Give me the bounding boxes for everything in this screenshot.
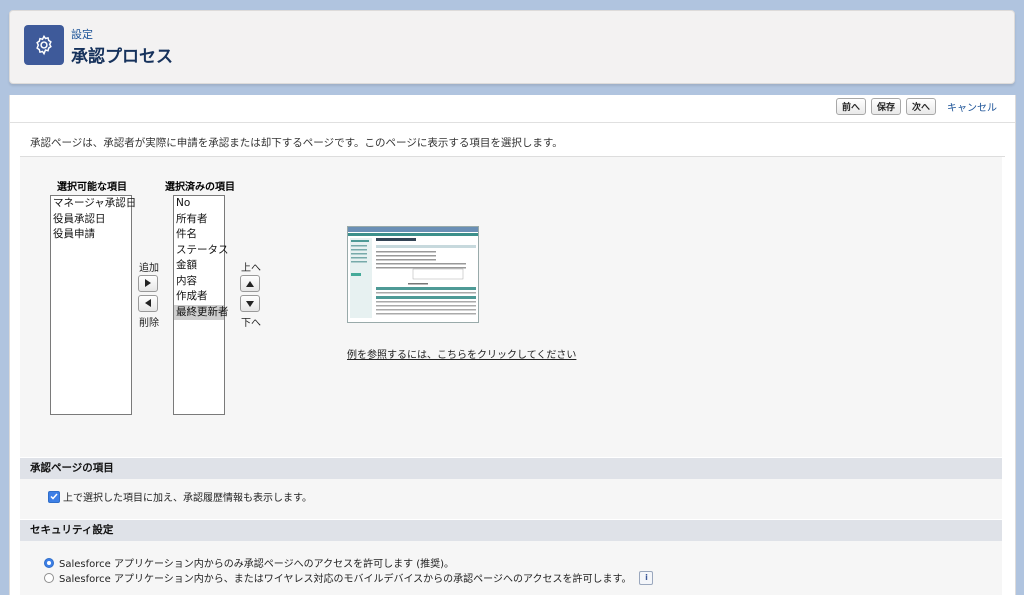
page-header: 設定 承認プロセス [9, 10, 1015, 84]
selected-field-option[interactable]: ステータス [174, 243, 229, 259]
info-icon[interactable]: i [639, 570, 654, 585]
main-content: 前へ 保存 次へ キャンセル 承認ページは、承認者が実際に申請を承認または却下す… [9, 95, 1016, 595]
security-section-header: セキュリティ設定 [20, 520, 1002, 541]
available-fields-heading: 選択可能な項目 [57, 182, 127, 193]
selected-field-option[interactable]: 内容 [174, 274, 224, 290]
breadcrumb[interactable]: 設定 [71, 26, 93, 42]
security-radio-app-only[interactable] [44, 557, 54, 568]
move-up-button[interactable] [240, 275, 260, 292]
arrow-down-icon [246, 297, 254, 310]
next-button[interactable]: 次へ [905, 98, 936, 115]
selected-field-option[interactable]: 件名 [174, 227, 224, 243]
selected-field-option[interactable]: 最終更新者 [174, 304, 229, 320]
approval-fields-section: 上で選択した項目に加え、承認履歴情報も表示します。 [20, 479, 1002, 519]
security-section: Salesforce アプリケーション内からのみ承認ページへのアクセスを許可しま… [20, 541, 1002, 595]
prev-button[interactable]: 前へ [835, 98, 866, 115]
remove-button[interactable] [138, 295, 158, 312]
security-option-label: Salesforce アプリケーション内から、またはワイヤレス対応のモバイルデバ… [59, 574, 632, 585]
save-button[interactable]: 保存 [870, 98, 901, 115]
available-field-option[interactable]: 役員承認日 [51, 212, 131, 228]
selected-field-option[interactable]: 所有者 [174, 212, 224, 228]
history-checkbox-label: 上で選択した項目に加え、承認履歴情報も表示します。 [63, 493, 312, 504]
gear-icon [24, 25, 64, 65]
example-link[interactable]: 例を参照するには、こちらをクリックしてください [347, 346, 576, 361]
security-option-row[interactable]: Salesforce アプリケーション内から、またはワイヤレス対応のモバイルデバ… [44, 570, 654, 585]
arrow-right-icon [145, 277, 151, 290]
remove-label: 削除 [139, 318, 159, 329]
history-checkbox[interactable] [48, 490, 60, 503]
selected-field-option[interactable]: No [174, 196, 224, 212]
available-field-option[interactable]: 役員申請 [51, 227, 131, 243]
intro-text: 承認ページは、承認者が実際に申請を承認または却下するページです。このページに表示… [30, 137, 563, 149]
selected-fields-heading: 選択済みの項目 [165, 182, 235, 193]
selected-field-option[interactable]: 金額 [174, 258, 224, 274]
move-down-button[interactable] [240, 295, 260, 312]
cancel-link[interactable]: キャンセル [947, 99, 997, 114]
arrow-left-icon [145, 297, 151, 310]
selected-field-option[interactable]: 作成者 [174, 289, 224, 305]
toolbar: 前へ 保存 次へ キャンセル [835, 98, 997, 115]
add-button[interactable] [138, 275, 158, 292]
example-preview-image[interactable] [347, 226, 479, 323]
available-fields-listbox[interactable]: マネージャ承認日 役員承認日 役員申請 [50, 195, 136, 415]
top-banner: 設定 承認プロセス [0, 0, 1024, 95]
arrow-up-icon [246, 277, 254, 290]
security-option-label: Salesforce アプリケーション内からのみ承認ページへのアクセスを許可しま… [59, 559, 455, 570]
move-down-label: 下へ [241, 318, 261, 329]
security-option-row[interactable]: Salesforce アプリケーション内からのみ承認ページへのアクセスを許可しま… [44, 555, 454, 570]
add-label: 追加 [139, 263, 159, 274]
security-radio-mobile[interactable] [44, 572, 54, 583]
selected-fields-listbox[interactable]: No 所有者 件名 ステータス 金額 内容 作成者 最終更新者 [173, 195, 229, 415]
page-title: 承認プロセス [71, 47, 173, 67]
divider [10, 122, 1015, 123]
available-field-option[interactable]: マネージャ承認日 [51, 196, 136, 212]
move-up-label: 上へ [241, 263, 261, 274]
field-selection-panel: 選択可能な項目 選択済みの項目 マネージャ承認日 役員承認日 役員申請 追加 削除 … [20, 157, 1002, 457]
history-option-row[interactable]: 上で選択した項目に加え、承認履歴情報も表示します。 [48, 489, 312, 504]
approval-fields-section-header: 承認ページの項目 [20, 458, 1002, 479]
